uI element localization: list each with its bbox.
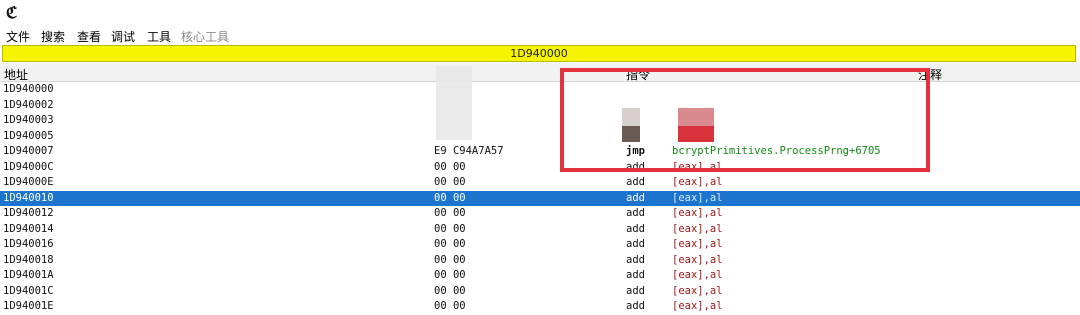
row-address: 1D940007 bbox=[3, 145, 54, 157]
row-bytes: 00 00 bbox=[434, 269, 466, 281]
disasm-row-selected[interactable]: 1D940010 00 00 add [eax],al bbox=[0, 190, 1080, 206]
row-bytes: 00 00 bbox=[434, 176, 466, 188]
row-operand: [eax],al bbox=[672, 269, 723, 281]
row-address: 1D94000C bbox=[3, 160, 54, 173]
row-operand: [eax],al bbox=[672, 300, 723, 312]
column-address-header[interactable]: 地址 bbox=[4, 66, 28, 83]
row-bytes: 00 00 bbox=[434, 222, 466, 235]
disasm-row[interactable]: 1D94001C 00 00 add [eax],al bbox=[0, 284, 1080, 300]
row-address: 1D940000 bbox=[3, 83, 54, 95]
row-mnemonic: add bbox=[626, 253, 645, 266]
row-address: 1D940003 bbox=[3, 114, 54, 126]
disasm-row[interactable]: 1D940012 00 00 add [eax],al bbox=[0, 206, 1080, 222]
row-address: 1D94001A bbox=[3, 269, 54, 281]
disasm-row[interactable]: 1D940018 00 00 add [eax],al bbox=[0, 253, 1080, 269]
menu-debug[interactable]: 调试 bbox=[111, 28, 135, 45]
row-address: 1D94001E bbox=[3, 300, 54, 312]
row-address: 1D940018 bbox=[3, 253, 54, 266]
row-bytes: 00 00 bbox=[434, 238, 466, 250]
row-mnemonic: add bbox=[626, 238, 645, 250]
row-bytes: 00 00 bbox=[434, 191, 466, 204]
row-mnemonic: add bbox=[626, 222, 645, 235]
row-address: 1D94001C bbox=[3, 284, 54, 297]
disasm-row[interactable]: 1D94001A 00 00 add [eax],al bbox=[0, 268, 1080, 284]
disasm-row[interactable]: 1D940014 00 00 add [eax],al bbox=[0, 222, 1080, 238]
row-operand: [eax],al bbox=[672, 207, 723, 219]
row-mnemonic: add bbox=[626, 269, 645, 281]
menu-view[interactable]: 查看 bbox=[77, 28, 101, 45]
row-operand: [eax],al bbox=[672, 176, 723, 188]
row-address: 1D940012 bbox=[3, 207, 54, 219]
current-address-bar[interactable]: 1D940000 bbox=[2, 45, 1076, 62]
row-bytes: 00 00 bbox=[434, 207, 466, 219]
row-address: 1D94000E bbox=[3, 176, 54, 188]
row-operand: [eax],al bbox=[672, 253, 723, 266]
menu-search[interactable]: 搜索 bbox=[41, 28, 65, 45]
row-mnemonic: add bbox=[626, 207, 645, 219]
redacted-block bbox=[436, 66, 472, 140]
menu-bar: 文件 搜索 查看 调试 工具 核心工具 bbox=[0, 26, 1080, 46]
row-address: 1D940014 bbox=[3, 222, 54, 235]
row-bytes: 00 00 bbox=[434, 160, 466, 173]
row-operand: [eax],al bbox=[672, 238, 723, 250]
row-mnemonic: add bbox=[626, 300, 645, 312]
disasm-row[interactable]: 1D94000E 00 00 add [eax],al bbox=[0, 175, 1080, 191]
row-bytes: 00 00 bbox=[434, 300, 466, 312]
menu-tools[interactable]: 工具 bbox=[147, 28, 171, 45]
row-address: 1D940005 bbox=[3, 129, 54, 142]
row-bytes: 00 00 bbox=[434, 284, 466, 297]
row-address: 1D940002 bbox=[3, 98, 54, 111]
row-operand: [eax],al bbox=[672, 222, 723, 235]
row-operand: [eax],al bbox=[672, 191, 723, 204]
disasm-row[interactable]: 1D940016 00 00 add [eax],al bbox=[0, 237, 1080, 253]
title-bar: ℭ bbox=[0, 0, 1080, 24]
menu-file[interactable]: 文件 bbox=[6, 28, 30, 45]
row-operand: [eax],al bbox=[672, 284, 723, 297]
row-address: 1D940016 bbox=[3, 238, 54, 250]
row-bytes: 00 00 bbox=[434, 253, 466, 266]
annotation-highlight-box bbox=[560, 68, 930, 172]
menu-core-tools: 核心工具 bbox=[181, 30, 230, 44]
row-mnemonic: add bbox=[626, 284, 645, 297]
disasm-row[interactable]: 1D94001E 00 00 add [eax],al bbox=[0, 299, 1080, 315]
cheat-engine-c-icon: ℭ bbox=[6, 3, 18, 22]
row-address: 1D940010 bbox=[3, 191, 54, 204]
row-mnemonic: add bbox=[626, 176, 645, 188]
row-mnemonic: add bbox=[626, 191, 645, 204]
row-bytes: E9 C94A7A57 bbox=[434, 145, 504, 157]
